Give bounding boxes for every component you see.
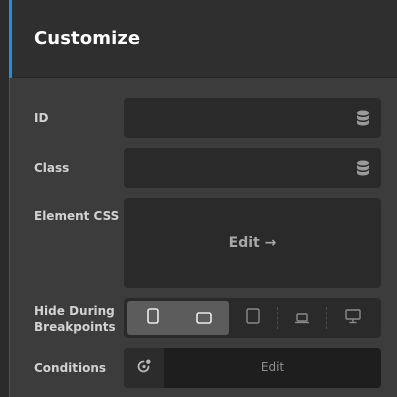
element-css-editor[interactable]: Edit → (124, 198, 381, 288)
id-label: ID (34, 111, 49, 125)
laptop-icon (294, 309, 310, 328)
breakpoint-toggle-group (124, 298, 381, 338)
panel-header: Customize (12, 0, 397, 78)
breakpoint-laptop-button[interactable] (278, 301, 326, 335)
class-label: Class (34, 161, 70, 175)
phone-landscape-icon (195, 309, 212, 328)
breakpoint-phone-landscape-button[interactable] (178, 301, 229, 335)
database-icon[interactable] (356, 160, 370, 176)
desktop-icon (344, 308, 361, 328)
phone-portrait-icon (146, 308, 159, 328)
element-css-label: Element CSS (34, 209, 120, 223)
hide-breakpoints-label: Hide During Breakpoints (34, 303, 116, 335)
element-css-edit-link[interactable]: Edit → (124, 235, 381, 251)
database-icon[interactable] (356, 110, 370, 126)
conditions-control: Edit (124, 348, 381, 388)
hide-breakpoints-label-line2: Breakpoints (34, 320, 116, 334)
breakpoint-phone-portrait-button[interactable] (127, 301, 178, 335)
id-field[interactable] (124, 98, 381, 138)
conditions-toggle-button[interactable] (124, 348, 164, 388)
tablet-icon (246, 308, 260, 328)
conditions-edit-button[interactable]: Edit (164, 360, 381, 374)
page-title: Customize (34, 28, 141, 49)
breakpoint-desktop-button[interactable] (327, 301, 378, 335)
active-accent-bar (9, 0, 12, 78)
breakpoint-tablet-button[interactable] (229, 301, 277, 335)
conditions-icon (136, 358, 152, 378)
conditions-label: Conditions (34, 361, 107, 375)
class-field[interactable] (124, 148, 381, 188)
hide-breakpoints-label-line1: Hide During (34, 304, 115, 318)
